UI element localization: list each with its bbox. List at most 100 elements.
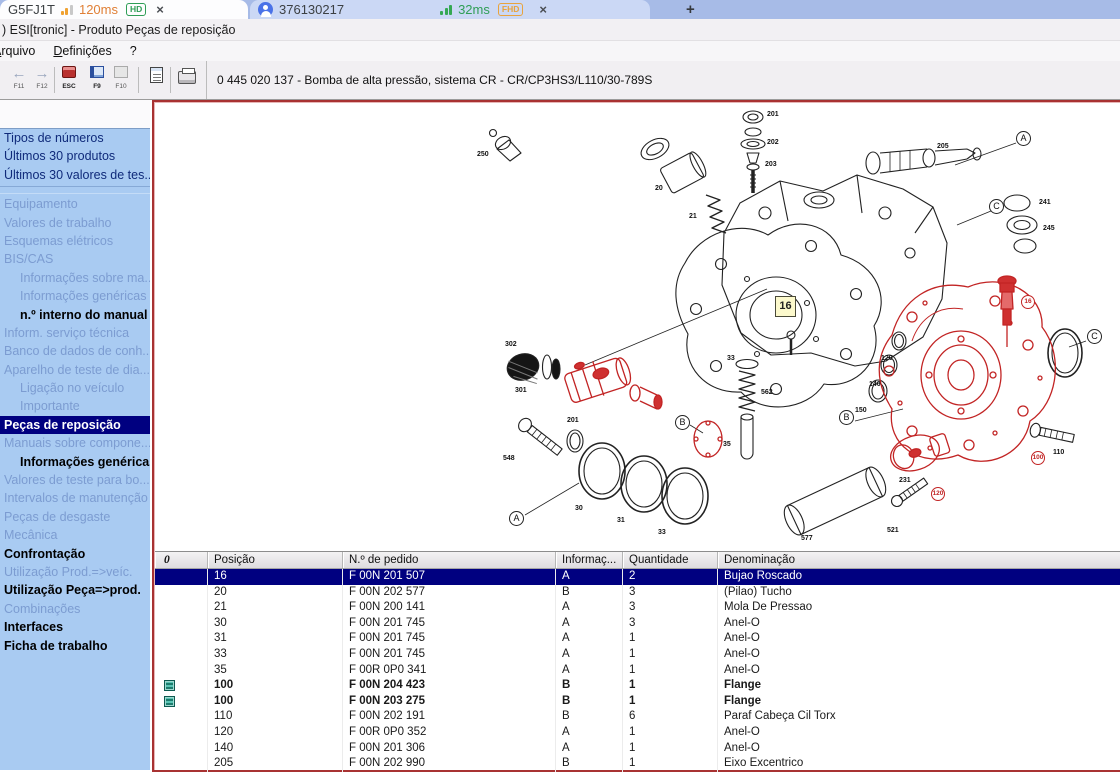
- exploded-parts-diagram[interactable]: 2012022032502021205241245302301201562333…: [155, 103, 1119, 549]
- document-icon: [150, 67, 163, 83]
- close-tab-icon[interactable]: ×: [539, 2, 547, 17]
- position-number-label: 301: [515, 387, 527, 394]
- highlighted-position-label[interactable]: 16: [775, 296, 796, 317]
- new-tab-button[interactable]: +: [686, 1, 695, 18]
- table-row[interactable]: 30F 00N 201 745A3Anel-O: [155, 616, 1120, 632]
- session-tab-1[interactable]: G5FJ1T 120ms HD ×: [0, 0, 248, 19]
- position-cell: 120: [208, 725, 343, 741]
- part-icon-cell: [155, 678, 208, 694]
- part-icon-cell: [155, 616, 208, 632]
- quantity-cell: 1: [623, 663, 718, 679]
- signal-bars-icon: [440, 4, 452, 15]
- position-number-label: 33: [727, 355, 735, 362]
- table-row[interactable]: 21F 00N 200 141A3Mola De Pressao: [155, 600, 1120, 616]
- forward-arrow-icon: →: [31, 65, 53, 83]
- table-row[interactable]: 31F 00N 201 745A1Anel-O: [155, 631, 1120, 647]
- session-tab-2[interactable]: 376130217 32ms FHD ×: [250, 0, 650, 19]
- forward-button[interactable]: → F12: [31, 65, 53, 96]
- session-tab-2-title: 376130217: [279, 2, 344, 17]
- position-cell: 140: [208, 741, 343, 757]
- denomination-cell: Flange: [718, 678, 1120, 694]
- column-header-icon[interactable]: 0: [155, 552, 208, 568]
- toolbar-separator: [138, 67, 139, 93]
- position-number-label: 30: [575, 505, 583, 512]
- position-number-label: 562: [761, 389, 773, 396]
- print-button[interactable]: [176, 65, 198, 96]
- position-number-label: 241: [1039, 199, 1051, 206]
- printer-icon: [178, 71, 196, 84]
- f9-key-label: F9: [86, 83, 108, 91]
- f9-button[interactable]: F9: [86, 65, 108, 96]
- order-number-cell: F 00R 0P0 352: [343, 725, 556, 741]
- f10-button[interactable]: F10: [110, 65, 132, 96]
- column-header-quantidade[interactable]: Quantidade: [623, 552, 718, 568]
- column-header-denomina-o[interactable]: Denominação: [718, 552, 1120, 568]
- info-cell: A: [556, 631, 623, 647]
- position-number-label: 20: [655, 185, 663, 192]
- table-row[interactable]: 20F 00N 202 577B3(Pilao) Tucho: [155, 585, 1120, 601]
- info-cell: A: [556, 616, 623, 632]
- position-cell: 30: [208, 616, 343, 632]
- esc-icon: [62, 66, 76, 78]
- quantity-cell: 6: [623, 709, 718, 725]
- menu-item-?[interactable]: ?: [130, 44, 137, 58]
- order-number-cell: F 00N 201 306: [343, 741, 556, 757]
- sidebar-item-pe-as-de-reposi-o[interactable]: Peças de reposição: [0, 416, 150, 434]
- table-row[interactable]: 100F 00N 204 423B1Flange: [155, 678, 1120, 694]
- table-row[interactable]: 33F 00N 201 745A1Anel-O: [155, 647, 1120, 663]
- position-cell: 205: [208, 756, 343, 772]
- close-tab-icon[interactable]: ×: [156, 2, 164, 17]
- sidebar-item-utiliza-o-pe-a-prod[interactable]: Utilização Peça=>prod.: [0, 581, 150, 599]
- sidebar-item-ficha-de-trabalho[interactable]: Ficha de trabalho: [0, 637, 150, 655]
- sidebar-item-ltimos-30-produtos[interactable]: Últimos 30 produtos: [0, 147, 150, 165]
- parts-table-header[interactable]: 0PosiçãoN.º de pedidoInformaç...Quantida…: [155, 552, 1120, 569]
- part-icon-cell: [155, 631, 208, 647]
- info-cell: A: [556, 741, 623, 757]
- back-button[interactable]: ← F11: [8, 65, 30, 96]
- position-number-label: 110: [1053, 449, 1064, 456]
- sidebar-item-interfaces[interactable]: Interfaces: [0, 618, 150, 636]
- position-cell: 33: [208, 647, 343, 663]
- esc-button[interactable]: ESC: [58, 65, 80, 96]
- sidebar-nav: Tipos de númerosÚltimos 30 produtosÚltim…: [0, 128, 150, 770]
- position-number-label: 231: [899, 477, 911, 484]
- position-cell: 100: [208, 694, 343, 710]
- column-header-n-de-pedido[interactable]: N.º de pedido: [343, 552, 556, 568]
- component-manual-icon[interactable]: [164, 696, 175, 707]
- sidebar-item-ltimos-30-valores-de-tes[interactable]: Últimos 30 valores de tes...: [0, 166, 150, 184]
- position-number-label: 302: [505, 341, 517, 348]
- column-header-informa-[interactable]: Informaç...: [556, 552, 623, 568]
- table-row[interactable]: 100F 00N 203 275B1Flange: [155, 694, 1120, 710]
- esc-key-label: ESC: [58, 83, 80, 91]
- menu-item-arquivo[interactable]: Arquivo: [0, 44, 35, 58]
- table-row[interactable]: 140F 00N 201 306A1Anel-O: [155, 741, 1120, 757]
- position-number-label: 577: [801, 535, 813, 542]
- part-icon-cell: [155, 663, 208, 679]
- table-row[interactable]: 35F 00R 0P0 341A1Anel-O: [155, 663, 1120, 679]
- sidebar-item-tipos-de-n-meros[interactable]: Tipos de números: [0, 129, 150, 147]
- callout-letter-label: C: [1087, 329, 1102, 344]
- sidebar-item-n-interno-do-manual[interactable]: n.º interno do manual: [0, 306, 150, 324]
- quantity-cell: 1: [623, 631, 718, 647]
- sidebar-item-confronta-o[interactable]: Confrontação: [0, 545, 150, 563]
- position-number-label: 548: [503, 455, 515, 462]
- position-cell: 35: [208, 663, 343, 679]
- table-row[interactable]: 205F 00N 202 990B1Eixo Excentrico: [155, 756, 1120, 772]
- table-row[interactable]: 16F 00N 201 507A2Bujao Roscado: [155, 569, 1120, 585]
- sidebar-item-mec-nica: Mecânica: [0, 526, 150, 544]
- column-header-posi-o[interactable]: Posição: [208, 552, 343, 568]
- document-button[interactable]: [145, 65, 167, 96]
- menu-item-definies[interactable]: Definições: [53, 44, 111, 58]
- table-row[interactable]: 110F 00N 202 191B6Paraf Cabeça Cil Torx: [155, 709, 1120, 725]
- position-number-label: 31: [617, 517, 625, 524]
- table-row[interactable]: 120F 00R 0P0 352A1Anel-O: [155, 725, 1120, 741]
- sidebar-item-informa-es-gen-ricas[interactable]: Informações genéricas: [0, 453, 150, 471]
- position-number-label: 202: [767, 139, 779, 146]
- part-icon-cell: [155, 647, 208, 663]
- position-number-label: 120: [931, 487, 945, 501]
- quantity-cell: 3: [623, 616, 718, 632]
- info-cell: A: [556, 663, 623, 679]
- position-number-label: 35: [723, 441, 731, 448]
- toolbar-separator: [170, 67, 171, 93]
- component-manual-icon[interactable]: [164, 680, 175, 691]
